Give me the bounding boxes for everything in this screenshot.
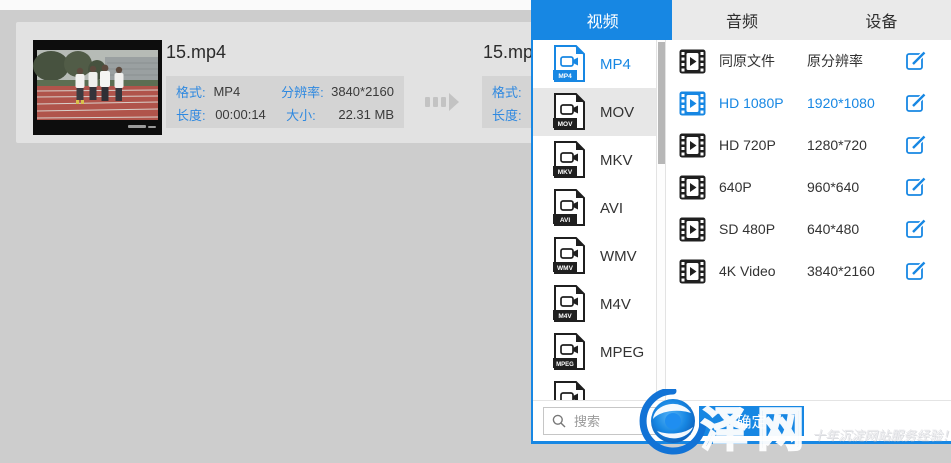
m4v-file-icon: M4V — [553, 285, 586, 323]
quality-item-sd480p[interactable]: SD 480P 640*480 — [666, 208, 951, 250]
wmv-file-icon: WMV — [553, 237, 586, 275]
format-item-avi[interactable]: AVI AVI — [533, 184, 656, 232]
edit-settings-icon[interactable] — [905, 260, 927, 282]
source-size-value: 22.31 MB — [338, 107, 394, 122]
panel-tabbar: 视频 音频 设备 — [533, 0, 951, 40]
film-4k-icon — [679, 259, 706, 284]
format-label: MPEG — [600, 344, 644, 361]
mov-file-icon: MOV — [553, 93, 586, 131]
avi-file-icon: AVI — [553, 189, 586, 227]
source-file-title: 15.mp4 — [166, 42, 226, 63]
tab-device[interactable]: 设备 — [812, 0, 951, 40]
format-list-scrollbar[interactable] — [656, 40, 666, 400]
panel-bottom-bar: 确定 — [533, 400, 951, 441]
quality-item-640p[interactable]: 640P 960*640 — [666, 166, 951, 208]
quality-item-original[interactable]: 同原文件 原分辨率 — [666, 40, 951, 82]
mkv-file-icon: MKV — [553, 141, 586, 179]
format-label: MP4 — [600, 56, 631, 73]
edit-settings-icon[interactable] — [905, 50, 927, 72]
source-format-label: 格式: — [176, 82, 213, 101]
target-format-label: 格式: — [492, 82, 534, 101]
quality-name: SD 480P — [719, 221, 807, 237]
edit-settings-icon[interactable] — [905, 176, 927, 198]
search-box[interactable] — [543, 407, 691, 435]
convert-arrow-icon — [425, 93, 459, 116]
edit-settings-icon[interactable] — [905, 134, 927, 156]
edit-settings-icon[interactable] — [905, 92, 927, 114]
quality-resolution: 3840*2160 — [807, 263, 905, 279]
mp4-file-icon: MP4 — [553, 45, 586, 83]
film-original-icon — [679, 49, 706, 74]
quality-name: 640P — [719, 179, 807, 195]
quality-item-hd720p[interactable]: HD 720P 1280*720 — [666, 124, 951, 166]
tab-audio[interactable]: 音频 — [672, 0, 811, 40]
svg-text:M4V: M4V — [558, 313, 572, 320]
quality-name: HD 720P — [719, 137, 807, 153]
search-icon — [552, 414, 566, 428]
format-item-partial[interactable] — [533, 376, 656, 400]
svg-text:MP4: MP4 — [558, 73, 572, 80]
edit-settings-icon[interactable] — [905, 218, 927, 240]
format-item-m4v[interactable]: M4V M4V — [533, 280, 656, 328]
svg-text:AVI: AVI — [560, 217, 571, 224]
format-label: MOV — [600, 104, 634, 121]
tab-video[interactable]: 视频 — [533, 0, 672, 40]
svg-text:MPEG: MPEG — [556, 362, 574, 368]
film-1080p-icon — [679, 91, 706, 116]
mpeg-file-icon: MPEG — [553, 333, 586, 371]
format-label: WMV — [600, 248, 637, 265]
format-item-wmv[interactable]: WMV WMV — [533, 232, 656, 280]
source-resolution-label: 分辨率: — [281, 82, 331, 101]
film-640p-icon — [679, 175, 706, 200]
source-duration-label: 长度: — [176, 105, 215, 124]
format-item-mpeg[interactable]: MPEG MPEG — [533, 328, 656, 376]
quality-resolution: 原分辨率 — [807, 51, 905, 71]
confirm-button[interactable]: 确定 — [699, 406, 804, 436]
format-label: M4V — [600, 296, 631, 313]
svg-text:MOV: MOV — [558, 121, 573, 128]
quality-resolution: 640*480 — [807, 221, 905, 237]
target-duration-label: 长度: — [492, 105, 534, 124]
quality-item-4k[interactable]: 4K Video 3840*2160 — [666, 250, 951, 292]
source-resolution-value: 3840*2160 — [331, 84, 394, 99]
quality-resolution: 1280*720 — [807, 137, 905, 153]
quality-name: 同原文件 — [719, 51, 807, 71]
quality-name: HD 1080P — [719, 95, 807, 111]
quality-name: 4K Video — [719, 263, 807, 279]
format-item-mkv[interactable]: MKV MKV — [533, 136, 656, 184]
source-duration-value: 00:00:14 — [215, 107, 286, 122]
svg-text:WMV: WMV — [557, 265, 574, 272]
search-input[interactable] — [572, 413, 686, 430]
quality-list: 同原文件 原分辨率 HD 1080P 1920*1080 HD 720P 128… — [666, 40, 951, 400]
svg-text:MKV: MKV — [558, 169, 573, 176]
format-item-mp4[interactable]: MP4 MP4 — [533, 40, 656, 88]
source-info-box: 格式: MP4 分辨率: 3840*2160 长度: 00:00:14 大小: … — [166, 76, 404, 128]
film-720p-icon — [679, 133, 706, 158]
format-item-mov[interactable]: MOV MOV — [533, 88, 656, 136]
partial-file-icon — [553, 381, 586, 400]
format-label: MKV — [600, 152, 633, 169]
quality-resolution: 960*640 — [807, 179, 905, 195]
video-thumbnail[interactable] — [33, 40, 162, 135]
format-list: MP4 MP4 MOV MOV MKV MKV AVI AVI WMV WMV … — [533, 40, 656, 400]
source-format-value: MP4 — [213, 84, 281, 99]
format-label: AVI — [600, 200, 623, 217]
quality-item-hd1080p[interactable]: HD 1080P 1920*1080 — [666, 82, 951, 124]
source-size-label: 大小: — [286, 105, 338, 124]
scrollbar-thumb[interactable] — [658, 42, 665, 164]
quality-resolution: 1920*1080 — [807, 95, 905, 111]
film-480p-icon — [679, 217, 706, 242]
output-format-panel: 视频 音频 设备 MP4 MP4 MOV MOV MKV MKV AVI AVI — [531, 0, 951, 444]
